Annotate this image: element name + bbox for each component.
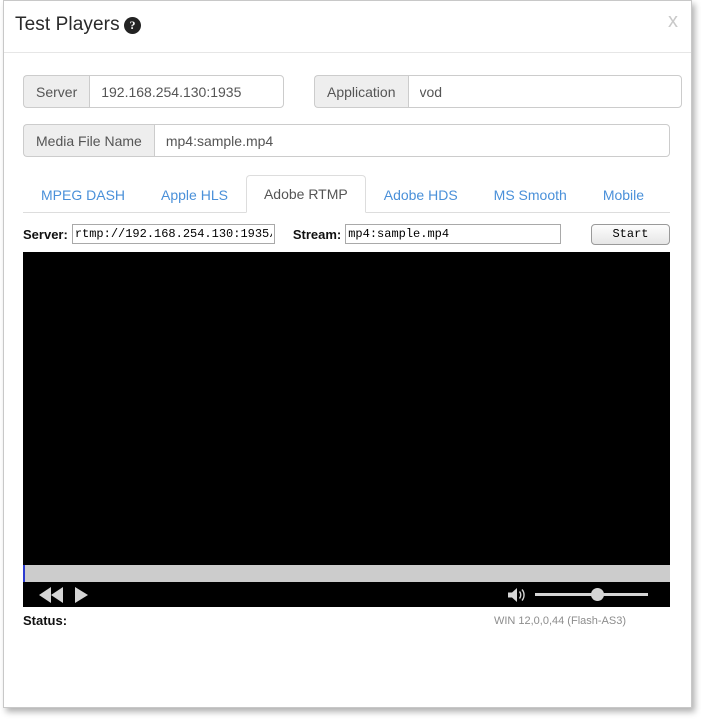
application-field-label: Application <box>314 75 408 108</box>
seek-bar[interactable] <box>23 565 670 582</box>
tab-mpeg-dash[interactable]: MPEG DASH <box>23 177 143 213</box>
server-input[interactable] <box>89 75 284 108</box>
rtmp-server-input[interactable] <box>71 224 275 244</box>
server-field-label: Server <box>23 75 90 108</box>
rewind-triangle-2 <box>51 587 63 603</box>
tab-mobile[interactable]: Mobile <box>585 177 662 213</box>
volume-knob[interactable] <box>591 588 605 601</box>
player-tabs: MPEG DASH Apple HLS Adobe RTMP Adobe HDS… <box>23 175 670 213</box>
help-icon[interactable]: ? <box>124 17 141 34</box>
volume-slider[interactable] <box>535 588 648 601</box>
tab-apple-hls[interactable]: Apple HLS <box>143 177 246 213</box>
page-title: Test Players <box>15 14 120 35</box>
server-field-group: Server <box>23 75 284 108</box>
test-players-dialog: Test Players ? x Server Application Medi… <box>3 0 692 708</box>
tab-ms-smooth[interactable]: MS Smooth <box>476 177 585 213</box>
close-icon[interactable]: x <box>668 11 678 31</box>
flash-version-label: WIN 12,0,0,44 (Flash-AS3) <box>493 615 626 627</box>
start-button[interactable]: Start <box>591 223 670 245</box>
rtmp-player-panel: Server: Stream: Start <box>23 220 670 633</box>
video-display[interactable] <box>23 252 670 607</box>
status-row: Status: WIN 12,0,0,44 (Flash-AS3) <box>23 611 670 633</box>
application-input[interactable] <box>407 75 682 108</box>
status-label: Status: <box>23 613 68 628</box>
tab-adobe-rtmp[interactable]: Adobe RTMP <box>245 175 366 213</box>
tab-adobe-hds[interactable]: Adobe HDS <box>366 177 476 213</box>
player-controls-bar <box>23 582 670 607</box>
dialog-header: Test Players ? x <box>4 1 691 53</box>
player-toolbar: Server: Stream: Start <box>23 220 670 248</box>
rewind-triangle-1 <box>39 587 51 603</box>
rewind-icon[interactable] <box>39 587 63 603</box>
application-field-group: Application <box>314 75 682 108</box>
media-file-name-field-group: Media File Name <box>23 124 670 157</box>
media-file-name-input[interactable] <box>153 124 670 157</box>
speaker-icon[interactable] <box>507 587 529 603</box>
rtmp-server-label: Server: <box>23 226 68 242</box>
play-icon[interactable] <box>75 587 88 603</box>
seek-handle[interactable] <box>23 565 25 582</box>
rtmp-stream-input[interactable] <box>345 224 562 244</box>
media-file-name-field-label: Media File Name <box>23 124 154 157</box>
rtmp-stream-label: Stream: <box>292 226 342 242</box>
